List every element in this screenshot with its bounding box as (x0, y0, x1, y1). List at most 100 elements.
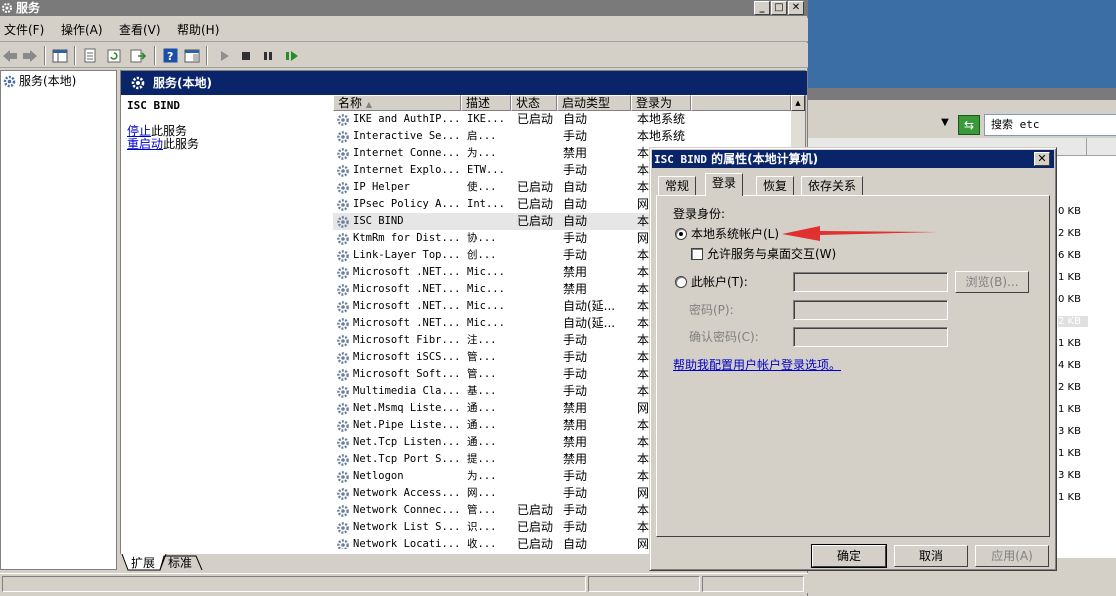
tab-logon[interactable]: 登录 (705, 173, 744, 196)
toolbar-separator (154, 46, 156, 65)
service-gear-icon (336, 181, 350, 195)
menu-bar: 文件(F) 操作(A) 查看(V) 帮助(H) (0, 18, 808, 42)
dialog-close-button[interactable]: ✕ (1034, 152, 1050, 166)
extended-description-panel: ISC BIND 停止此服务 重启动此服务 (121, 95, 329, 545)
ok-button[interactable]: 确定 (811, 544, 887, 568)
cell-desc: ETW... (467, 164, 505, 176)
forward-arrow-icon[interactable] (20, 46, 40, 65)
minimize-button[interactable]: _ (754, 1, 770, 15)
menu-view[interactable]: 查看(V) (119, 22, 161, 38)
cell-name: IP Helper (353, 181, 410, 193)
cell-desc: 基... (467, 385, 497, 397)
column-header-status[interactable]: 状态 (511, 95, 557, 111)
cell-logon: 本地系统 (637, 129, 686, 143)
file-size: 6 KB (1058, 250, 1081, 261)
file-size: 1 KB (1058, 338, 1081, 349)
cell-status (517, 145, 557, 162)
cancel-button[interactable]: 取消 (894, 545, 968, 567)
refresh-icon[interactable] (104, 46, 124, 65)
restart-service-icon[interactable] (282, 46, 302, 65)
help-configure-link[interactable]: 帮助我配置用户帐户登录选项。 (673, 356, 841, 373)
search-input[interactable]: 搜索 etc (984, 114, 1116, 136)
local-system-label[interactable]: 本地系统帐户(L) (691, 226, 779, 242)
column-header-startup-type[interactable]: 启动类型 (557, 95, 631, 111)
services-gear-icon (2, 3, 12, 13)
cell-startup: 手动 (563, 486, 588, 500)
tab-recovery[interactable]: 恢复 (756, 176, 795, 196)
cell-name: Link-Layer Top... (353, 249, 459, 261)
column-header-name[interactable]: 名称 ▲ (333, 95, 461, 111)
password-field[interactable] (793, 300, 948, 320)
status-bar (0, 573, 808, 593)
logon-as-label: 登录身份: (673, 207, 726, 221)
cell-status (517, 230, 557, 247)
refresh-icon[interactable]: ⇆ (958, 115, 980, 135)
cell-desc: Mic... (467, 283, 505, 295)
cell-startup: 自动 (563, 214, 588, 228)
password-label: 密码(P): (689, 303, 734, 317)
service-gear-icon (336, 317, 350, 331)
close-button[interactable]: ✕ (788, 1, 804, 15)
cell-name: Microsoft .NET... (353, 300, 459, 312)
tab-standard[interactable]: 标准 (165, 555, 195, 571)
file-size: 0 KB (1058, 294, 1081, 305)
cell-status (517, 400, 557, 417)
restart-link-text[interactable]: 重启动 (127, 137, 163, 151)
file-size: 2 KB (1058, 316, 1088, 327)
service-gear-icon (336, 436, 350, 450)
cell-startup: 自动 (563, 537, 588, 549)
cell-status (517, 298, 557, 315)
confirm-password-field[interactable] (793, 327, 948, 347)
table-row[interactable]: IKE and AuthIP... IKE... 已启动 自动 本地系统 (333, 111, 805, 128)
tree-node-services-local[interactable]: 服务(本地) (3, 73, 76, 89)
scroll-up-arrow-icon[interactable]: ▲ (791, 95, 805, 111)
this-account-label[interactable]: 此帐户(T): (691, 274, 748, 290)
local-system-radio[interactable] (675, 228, 687, 240)
help-icon[interactable]: ? (160, 46, 180, 65)
cell-desc (467, 213, 509, 230)
account-field[interactable] (793, 272, 948, 292)
cell-name: IPsec Policy A... (353, 198, 459, 210)
column-header-description[interactable]: 描述 (461, 95, 511, 111)
back-arrow-icon[interactable] (0, 46, 20, 65)
allow-desktop-label[interactable]: 允许服务与桌面交互(W) (707, 246, 836, 262)
console-tree-icon[interactable] (50, 46, 70, 65)
menu-file[interactable]: 文件(F) (4, 22, 44, 38)
service-gear-icon (336, 147, 350, 161)
tab-dependencies[interactable]: 依存关系 (801, 176, 864, 196)
menu-help[interactable]: 帮助(H) (177, 22, 219, 38)
menu-action[interactable]: 操作(A) (61, 22, 103, 38)
browse-button[interactable]: 浏览(B)... (955, 271, 1029, 293)
export-list-icon[interactable] (128, 46, 148, 65)
stop-service-icon[interactable] (236, 46, 256, 65)
svg-text:?: ? (167, 50, 173, 63)
stop-link-text[interactable]: 停止 (127, 124, 151, 138)
start-service-icon[interactable] (214, 46, 234, 65)
cell-desc: 通... (467, 419, 497, 431)
allow-desktop-checkbox[interactable] (691, 248, 703, 260)
table-row[interactable]: Interactive Se... 启... 手动 本地系统 (333, 128, 805, 145)
apply-button[interactable]: 应用(A) (975, 545, 1049, 567)
properties-doc-icon[interactable] (80, 46, 100, 65)
this-account-radio[interactable] (675, 276, 687, 288)
cell-name: Microsoft Soft... (353, 368, 459, 380)
address-dropdown-icon[interactable]: ▼ (938, 117, 952, 131)
cell-status (517, 451, 557, 468)
column-header-filler (691, 95, 791, 111)
tab-extended[interactable]: 扩展 (128, 555, 158, 571)
cell-status (517, 281, 557, 298)
tab-general[interactable]: 常规 (658, 176, 697, 196)
column-header-logon-as[interactable]: 登录为 (631, 95, 691, 111)
cell-startup: 手动 (563, 350, 588, 364)
cell-name: Netlogon (353, 470, 404, 482)
service-gear-icon (336, 521, 350, 535)
cell-status: 已启动 (517, 214, 554, 228)
cell-startup: 自动(延... (563, 299, 616, 313)
pause-service-icon[interactable] (258, 46, 278, 65)
restart-service-link[interactable]: 重启动此服务 (127, 138, 199, 151)
services-gear-icon (3, 75, 16, 88)
cell-desc: 网... (467, 487, 497, 499)
cell-name: Microsoft .NET... (353, 317, 459, 329)
show-pane-icon[interactable] (182, 46, 202, 65)
maximize-button[interactable]: □ (771, 1, 787, 15)
